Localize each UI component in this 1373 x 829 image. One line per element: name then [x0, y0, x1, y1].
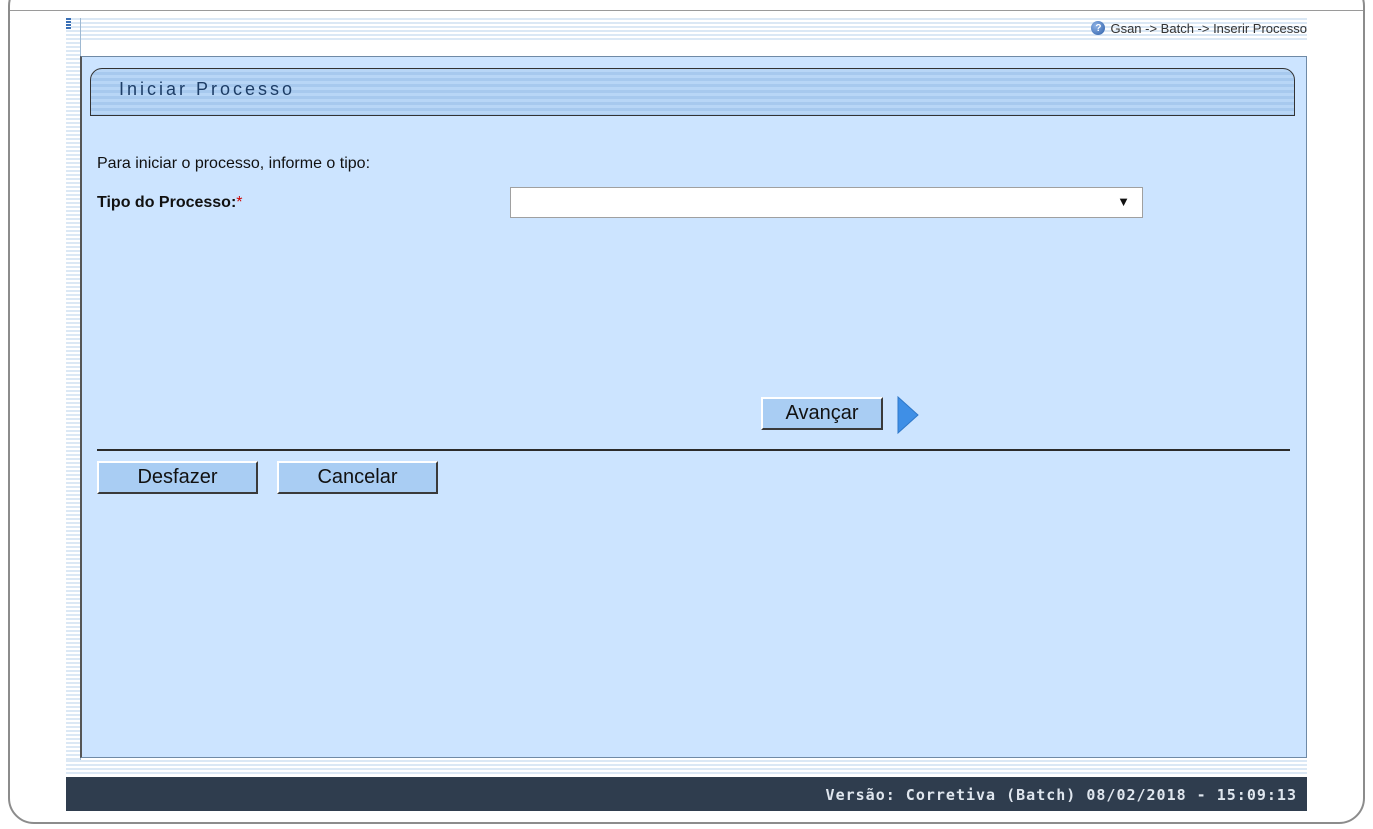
dropdown-arrow-icon: ▼	[1117, 194, 1130, 209]
left-marker	[66, 18, 71, 30]
avancar-button[interactable]: Avançar	[761, 397, 883, 430]
tipo-processo-label: Tipo do Processo:*	[97, 194, 243, 212]
footer-stripes	[66, 760, 1307, 776]
version-text: Versão: Corretiva (Batch) 08/02/2018 - 1…	[825, 786, 1297, 804]
breadcrumb-text[interactable]: Gsan -> Batch -> Inserir Processo	[1110, 21, 1307, 36]
panel-header: Iniciar Processo	[90, 68, 1295, 116]
left-stripes	[66, 18, 81, 760]
divider	[97, 449, 1290, 451]
cancelar-button[interactable]: Cancelar	[277, 461, 438, 494]
top-rule	[10, 10, 1363, 11]
required-mark: *	[236, 194, 243, 211]
arrow-right-icon[interactable]	[896, 395, 920, 435]
footer-bar: Versão: Corretiva (Batch) 08/02/2018 - 1…	[66, 777, 1307, 811]
tipo-processo-label-text: Tipo do Processo:	[97, 194, 237, 211]
breadcrumb: ? Gsan -> Batch -> Inserir Processo	[1091, 18, 1307, 38]
desfazer-button[interactable]: Desfazer	[97, 461, 258, 494]
page-title: Iniciar Processo	[119, 79, 296, 99]
help-icon[interactable]: ?	[1091, 21, 1106, 35]
tipo-processo-select[interactable]: ▼	[510, 187, 1143, 218]
instruction-text: Para iniciar o processo, informe o tipo:	[97, 155, 371, 172]
